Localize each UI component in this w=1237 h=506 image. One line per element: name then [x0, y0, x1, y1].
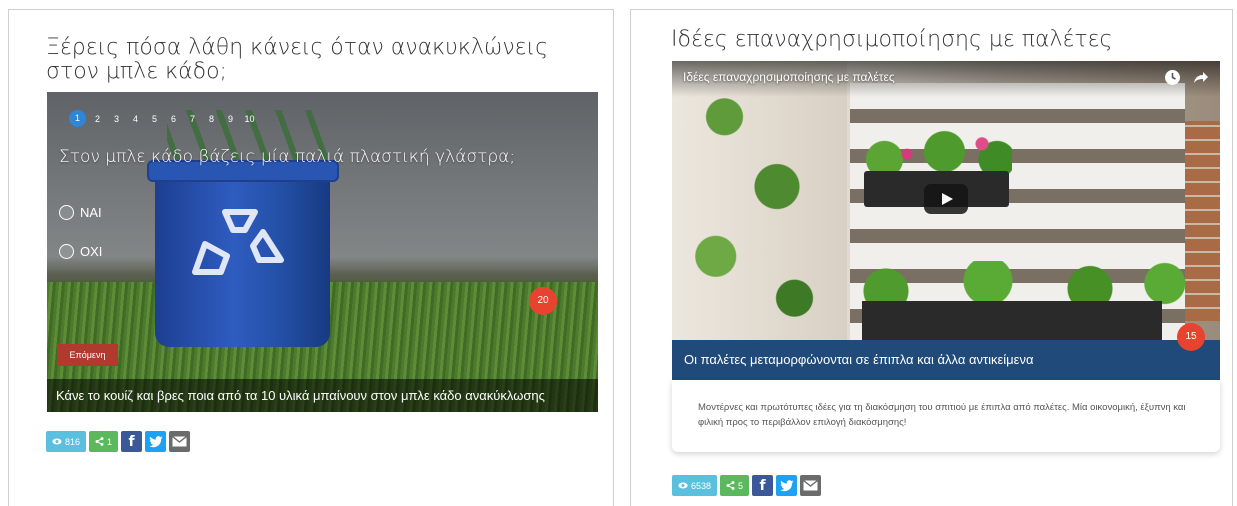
mail-icon — [803, 480, 818, 491]
quiz-page-3[interactable]: 3 — [107, 114, 126, 124]
quiz-page-5[interactable]: 5 — [145, 114, 164, 124]
next-button[interactable]: Επόμενη — [57, 344, 118, 366]
quiz-question: Στον μπλε κάδο βάζεις μία παλιά πλαστική… — [59, 147, 516, 167]
views-count: 816 — [65, 436, 81, 447]
shares-counter[interactable]: 5 — [720, 475, 750, 496]
article-title[interactable]: Ξέρεις πόσα λάθη κάνεις όταν ανακυκλώνει… — [46, 35, 586, 84]
clock-icon[interactable] — [1164, 69, 1181, 86]
article-title[interactable]: Ιδέες επαναχρησιμοποίησης με παλέτες — [671, 27, 1211, 52]
twitter-icon — [148, 435, 163, 447]
planter-decoration — [862, 301, 1162, 340]
quiz-option-yes[interactable]: ΝΑΙ — [59, 205, 102, 220]
count-badge: 20 — [529, 287, 557, 315]
flowers-decoration — [862, 123, 1012, 175]
quiz-article-card: Ξέρεις πόσα λάθη κάνεις όταν ανακυκλώνει… — [8, 9, 614, 506]
quiz-page-6[interactable]: 6 — [164, 114, 183, 124]
share-arrow-icon[interactable] — [1192, 69, 1209, 86]
quiz-page-10[interactable]: 10 — [240, 114, 259, 124]
share-icon — [726, 481, 735, 490]
recycle-icon — [192, 209, 284, 275]
radio-button[interactable] — [59, 244, 74, 259]
eye-icon — [52, 438, 62, 445]
quiz-option-no[interactable]: ΟΧΙ — [59, 244, 102, 259]
views-counter: 6538 — [672, 475, 718, 496]
email-share-button[interactable] — [800, 475, 822, 496]
quiz-page-1[interactable]: 1 — [69, 110, 86, 127]
share-bar: 6538 5 f — [672, 475, 822, 496]
video-title[interactable]: Ιδέες επαναχρησιμοποίησης με παλέτες — [683, 70, 895, 84]
video-article-card: Ιδέες επαναχρησιμοποίησης με παλέτες Ιδέ… — [630, 9, 1233, 506]
quiz-page-7[interactable]: 7 — [183, 114, 202, 124]
quiz-pagination: 1 2 3 4 5 6 7 8 9 10 — [69, 110, 259, 127]
shares-counter[interactable]: 1 — [89, 431, 119, 452]
video-caption[interactable]: Οι παλέτες μεταμορφώνονται σε έπιπλα και… — [672, 340, 1220, 380]
facebook-share-button[interactable]: f — [121, 431, 143, 452]
quiz-page-4[interactable]: 4 — [126, 114, 145, 124]
facebook-share-button[interactable]: f — [752, 475, 774, 496]
eye-icon — [678, 482, 688, 489]
mail-icon — [172, 436, 187, 447]
count-badge: 15 — [1177, 323, 1205, 351]
share-icon — [95, 437, 104, 446]
email-share-button[interactable] — [169, 431, 191, 452]
play-icon[interactable] — [924, 184, 968, 214]
facebook-icon: f — [759, 477, 766, 494]
facebook-icon: f — [128, 433, 135, 450]
quiz-widget: 1 2 3 4 5 6 7 8 9 10 Στον μπλε κάδο βάζε… — [47, 92, 598, 412]
plants-decoration — [672, 61, 847, 340]
video-player[interactable]: Ιδέες επαναχρησιμοποίησης με παλέτες — [672, 61, 1220, 340]
quiz-page-8[interactable]: 8 — [202, 114, 221, 124]
share-bar: 816 1 f — [46, 431, 191, 452]
quiz-option-label: ΟΧΙ — [80, 244, 103, 259]
twitter-share-button[interactable] — [776, 475, 798, 496]
quiz-option-label: ΝΑΙ — [80, 205, 102, 220]
views-count: 6538 — [691, 480, 712, 491]
quiz-page-9[interactable]: 9 — [221, 114, 240, 124]
radio-button[interactable] — [59, 205, 74, 220]
twitter-icon — [779, 479, 794, 491]
shares-count: 1 — [107, 436, 113, 447]
views-counter: 816 — [46, 431, 87, 452]
article-description: Μοντέρνες και πρωτότυπες ιδέες για τη δι… — [672, 380, 1220, 452]
quiz-caption[interactable]: Κάνε το κουίζ και βρες ποια από τα 10 υλ… — [47, 379, 598, 412]
shares-count: 5 — [738, 480, 744, 491]
quiz-page-2[interactable]: 2 — [88, 114, 107, 124]
twitter-share-button[interactable] — [145, 431, 167, 452]
